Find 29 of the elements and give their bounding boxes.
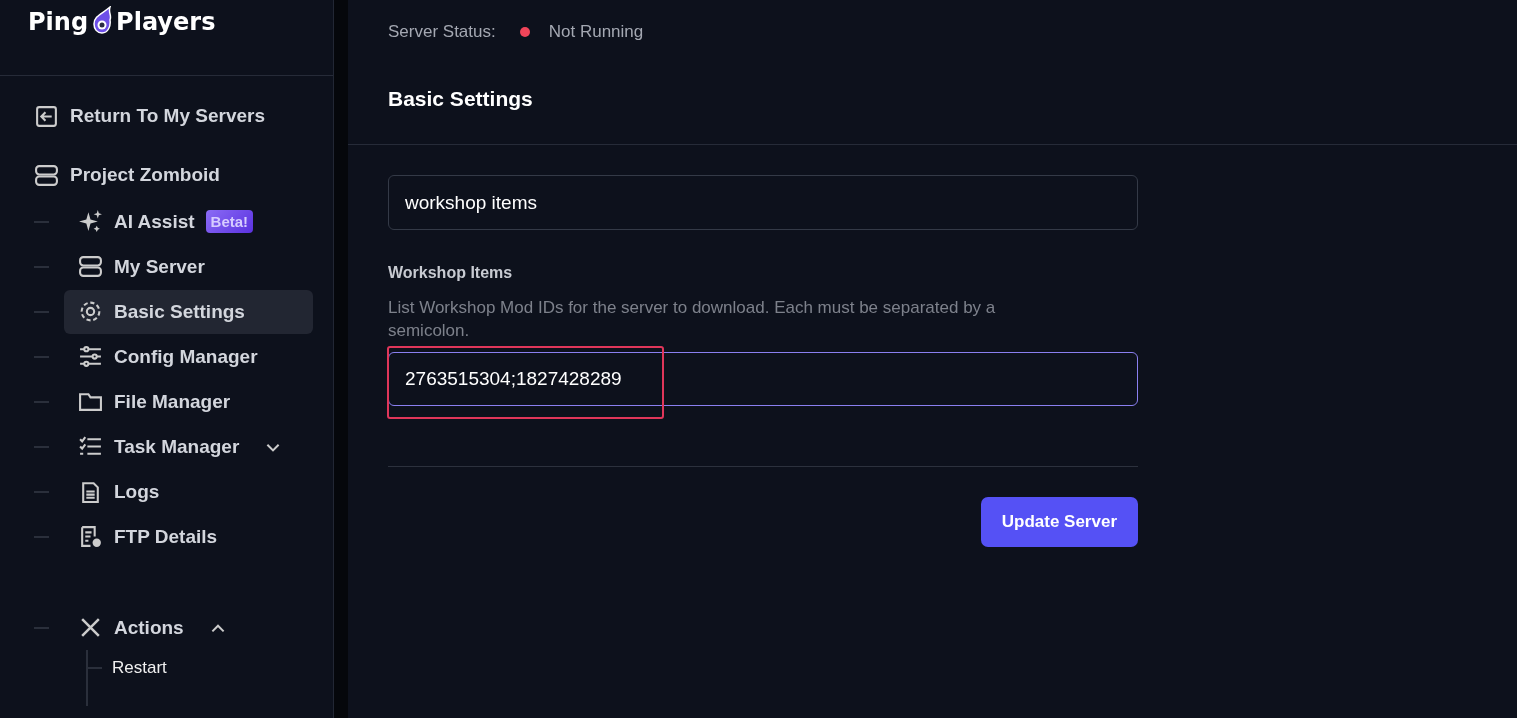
mod-id-field[interactable]: 2763515304;1827428289: [388, 352, 1138, 406]
sidebar-item[interactable]: File Manager: [64, 379, 313, 424]
server-icon: [78, 254, 103, 279]
sidebar-item[interactable]: Task Manager: [64, 424, 313, 469]
sidebar-item[interactable]: Logs: [64, 469, 313, 514]
gear-icon: [78, 299, 103, 324]
status-label: Server Status:: [388, 22, 496, 42]
sidebar-item[interactable]: AI Assist Beta!: [64, 199, 313, 244]
return-link[interactable]: Return To My Servers: [34, 98, 333, 134]
sidebar-item[interactable]: FTP Details: [64, 514, 313, 559]
status-value: Not Running: [548, 22, 644, 42]
section-title: Basic Settings: [388, 87, 534, 111]
sparkle-icon: [78, 209, 103, 234]
update-server-button[interactable]: Update Server: [980, 497, 1138, 547]
logo-text: Ping: [28, 7, 89, 38]
search-field[interactable]: workshop items: [388, 175, 1138, 230]
server-name: Project Zomboid: [70, 164, 220, 186]
sidebar-item[interactable]: Actions: [64, 605, 313, 650]
beta-badge: Beta!: [205, 210, 254, 233]
logo-text: Players: [116, 7, 216, 38]
sidebar-item[interactable]: My Server: [64, 244, 313, 289]
server-icon: [34, 162, 59, 188]
setting-label: Workshop Items: [388, 264, 514, 282]
info-document-icon: [78, 524, 103, 549]
sidebar-item[interactable]: Config Manager: [64, 334, 313, 379]
setting-help-text: List Workshop Mod IDs for the server to download. Each must be separated by a semicolon.: [388, 297, 997, 342]
sidebar-item[interactable]: Basic Settings: [64, 289, 313, 334]
sliders-icon: [78, 344, 103, 369]
sub-menu-item[interactable]: Restart: [112, 658, 167, 678]
